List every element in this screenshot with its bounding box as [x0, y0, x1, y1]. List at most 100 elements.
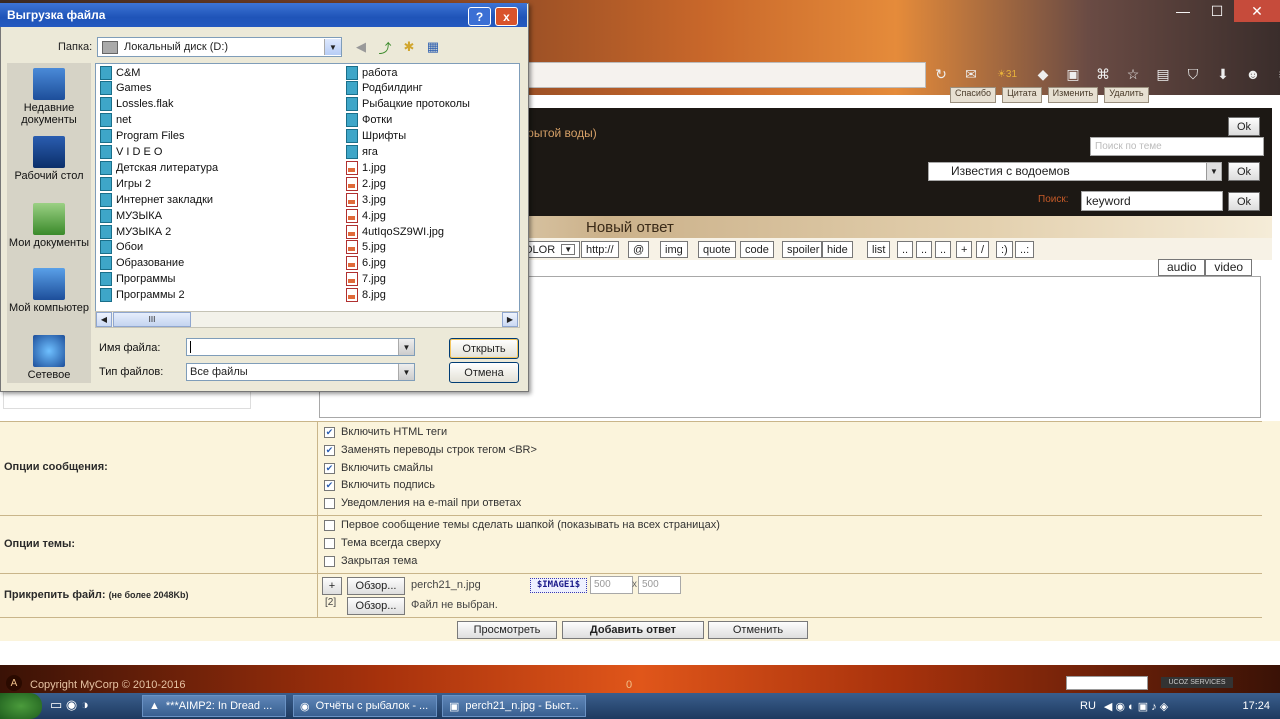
option-signature[interactable]: ✔ Включить подпись — [324, 479, 435, 491]
checkbox[interactable] — [324, 497, 335, 509]
checkbox-checked[interactable]: ✔ — [324, 444, 335, 456]
theme-search-input[interactable]: Поиск по теме — [1090, 137, 1264, 156]
folder-item[interactable]: Детская литература — [100, 160, 218, 175]
forum-select[interactable]: Известия с водоемов ▼ — [928, 162, 1222, 181]
file-item[interactable]: 4.jpg — [346, 208, 386, 223]
option-smileys[interactable]: ✔ Включить смайлы — [324, 462, 433, 474]
checkbox-checked[interactable]: ✔ — [324, 462, 335, 474]
file-item[interactable]: 1.jpg — [346, 160, 386, 175]
bb-img-button[interactable]: img — [660, 241, 688, 258]
folder-item[interactable]: МУЗЫКА — [100, 208, 162, 223]
folder-item[interactable]: работа — [346, 65, 397, 80]
close-window-button[interactable]: ✕ — [1234, 0, 1280, 22]
pocket-icon[interactable]: ⛉ — [1182, 63, 1204, 85]
weather-icon[interactable]: ☀ 31 — [990, 63, 1024, 85]
folder-item[interactable]: net — [100, 113, 131, 128]
screenshot-icon[interactable]: ⌘ — [1092, 63, 1114, 85]
ok-button-1[interactable]: Ok — [1228, 117, 1260, 136]
thanks-button[interactable]: Спасибо — [950, 87, 997, 103]
file-item[interactable]: 5.jpg — [346, 240, 386, 255]
image-tag[interactable]: $IMAGE1$ — [530, 578, 587, 593]
fox-icon[interactable]: ◆ — [1032, 63, 1054, 85]
ucoz-badge[interactable]: UCOZ SERVICES — [1161, 677, 1233, 688]
smiley-icon[interactable]: ☻ — [1242, 63, 1264, 85]
lock-icon[interactable]: ▣ — [1062, 63, 1084, 85]
file-item[interactable]: 7.jpg — [346, 272, 386, 287]
bb-extra-button-3[interactable]: .. — [935, 241, 952, 258]
new-folder-icon[interactable]: ✱ — [400, 38, 418, 56]
bb-email-button[interactable]: @ — [628, 241, 650, 258]
bb-smiley-button[interactable]: :) — [996, 241, 1013, 258]
folder-item[interactable]: Родбилдинг — [346, 81, 423, 96]
bb-url-button[interactable]: http:// — [581, 241, 619, 258]
option-email-notify[interactable]: Уведомления на e-mail при ответах — [324, 497, 521, 509]
filetype-select[interactable]: Все файлы ▼ — [186, 363, 415, 381]
scroll-thumb[interactable]: III — [113, 312, 191, 327]
maximize-button[interactable]: ☐ — [1200, 0, 1234, 22]
cancel-reply-button[interactable]: Отменить — [708, 621, 808, 639]
scroll-left-icon[interactable]: ◀ — [96, 312, 112, 327]
file-item[interactable]: 4utIqoSZ9WI.jpg — [346, 224, 444, 239]
option-html[interactable]: ✔ Включить HTML теги — [324, 426, 447, 438]
folder-item[interactable]: Обои — [100, 240, 143, 255]
file-item[interactable]: 3.jpg — [346, 192, 386, 207]
open-button[interactable]: Открыть — [449, 338, 519, 359]
folder-select[interactable]: Локальный диск (D:) ▼ — [97, 37, 342, 57]
option-pinned[interactable]: Тема всегда сверху — [324, 537, 441, 549]
view-menu-icon[interactable]: ▦ — [424, 38, 442, 56]
checkbox-checked[interactable]: ✔ — [324, 426, 335, 438]
folder-item[interactable]: Образование — [100, 256, 184, 271]
folder-item[interactable]: Программы — [100, 272, 175, 287]
ok-button-2[interactable]: Ok — [1228, 162, 1260, 181]
folder-item[interactable]: МУЗЫКА 2 — [100, 224, 171, 239]
delete-button[interactable]: Удалить — [1104, 87, 1149, 103]
browse-button-1[interactable]: Обзор... — [347, 577, 405, 595]
folder-item[interactable]: Program Files — [100, 129, 184, 144]
menu-icon[interactable]: ≡ — [1272, 63, 1280, 85]
mail-icon[interactable]: ✉ — [960, 63, 982, 85]
image-width-input[interactable]: 500 — [590, 576, 633, 594]
place-recent[interactable]: Недавние документы — [7, 68, 91, 126]
taskbar-item-firefox[interactable]: ◉ Отчёты с рыбалок - ... — [293, 695, 437, 717]
folder-item[interactable]: Рыбацкие протоколы — [346, 97, 470, 112]
checkbox[interactable] — [324, 555, 335, 567]
close-dialog-button[interactable]: x — [495, 7, 518, 26]
clock[interactable]: 17:24 — [1242, 700, 1270, 712]
reader-icon[interactable]: ▤ — [1152, 63, 1174, 85]
browse-button-2[interactable]: Обзор... — [347, 597, 405, 615]
folder-item[interactable]: яга — [346, 145, 378, 160]
language-indicator[interactable]: RU — [1080, 700, 1096, 712]
bb-slash-button[interactable]: / — [976, 241, 990, 258]
quote-button[interactable]: Цитата — [1002, 87, 1042, 103]
url-bar[interactable] — [525, 62, 926, 88]
bb-code-button[interactable]: code — [740, 241, 774, 258]
star-icon[interactable]: ☆ — [1122, 63, 1144, 85]
folder-item[interactable]: Games — [100, 81, 151, 96]
bb-extra-button-1[interactable]: .. — [897, 241, 914, 258]
audio-button[interactable]: audio — [1158, 259, 1206, 276]
bb-plus-button[interactable]: + — [956, 241, 973, 258]
option-closed[interactable]: Закрытая тема — [324, 555, 417, 567]
checkbox[interactable] — [324, 519, 335, 531]
add-file-button[interactable]: + — [322, 577, 342, 595]
back-icon[interactable]: ◀ — [352, 38, 370, 56]
help-button[interactable]: ? — [468, 7, 491, 26]
place-my-computer[interactable]: Мой компьютер — [7, 268, 91, 314]
place-my-documents[interactable]: Мои документы — [7, 203, 91, 249]
image-height-input[interactable]: 500 — [638, 576, 681, 594]
minimize-button[interactable]: — — [1166, 0, 1200, 22]
folder-item[interactable]: C&M — [100, 65, 140, 80]
up-folder-icon[interactable]: ⤴ — [376, 38, 394, 56]
ok-button-3[interactable]: Ok — [1228, 192, 1260, 211]
taskbar-item-aimp[interactable]: ▲ ***AIMP2: In Dread ... — [142, 695, 286, 717]
checkbox[interactable] — [324, 537, 335, 549]
bb-quote-button[interactable]: quote — [698, 241, 736, 258]
bb-more-button[interactable]: ..: — [1015, 241, 1035, 258]
edit-button[interactable]: Изменить — [1047, 87, 1099, 103]
file-item[interactable]: 2.jpg — [346, 176, 386, 191]
place-network[interactable]: Сетевое — [7, 335, 91, 381]
scroll-right-icon[interactable]: ▶ — [502, 312, 518, 327]
folder-item[interactable]: Игры 2 — [100, 176, 151, 191]
folder-item[interactable]: Lossles.flak — [100, 97, 173, 112]
option-br[interactable]: ✔ Заменять переводы строк тегом <BR> — [324, 444, 537, 456]
